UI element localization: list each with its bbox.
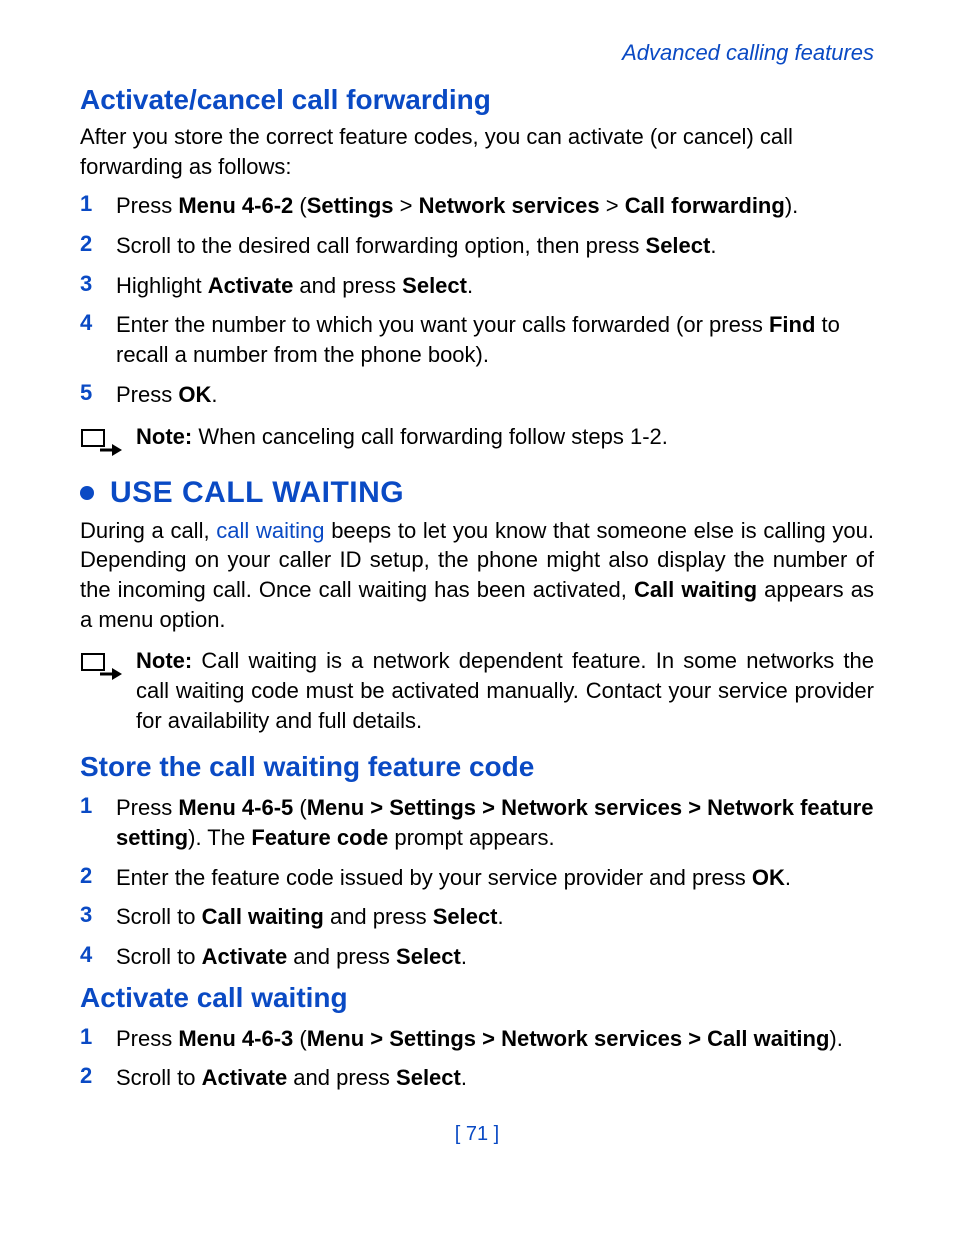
note-text: Note: When canceling call forwarding fol… [136, 422, 874, 452]
step-1: 1 Press Menu 4-6-3 (Menu > Settings > Ne… [80, 1024, 874, 1054]
step-number: 2 [80, 863, 116, 889]
intro-paragraph: During a call, call waiting beeps to let… [80, 516, 874, 635]
step-4: 4 Enter the number to which you want you… [80, 310, 874, 369]
step-number: 5 [80, 380, 116, 406]
note-text: Note: Call waiting is a network dependen… [136, 646, 874, 735]
heading-use-call-waiting: USE CALL WAITING [110, 476, 404, 510]
heading-activate-call-waiting: Activate call waiting [80, 982, 874, 1014]
step-4: 4 Scroll to Activate and press Select. [80, 942, 874, 972]
step-number: 3 [80, 902, 116, 928]
step-text: Scroll to the desired call forwarding op… [116, 231, 874, 261]
step-number: 2 [80, 1063, 116, 1089]
step-text: Enter the number to which you want your … [116, 310, 874, 369]
step-number: 1 [80, 793, 116, 819]
page-number: [ 71 ] [80, 1123, 874, 1146]
note-block: Note: Call waiting is a network dependen… [80, 646, 874, 735]
step-1: 1 Press Menu 4-6-5 (Menu > Settings > Ne… [80, 793, 874, 852]
step-1: 1 Press Menu 4-6-2 (Settings > Network s… [80, 191, 874, 221]
step-text: Scroll to Activate and press Select. [116, 1063, 874, 1093]
term-call-waiting: call waiting [216, 518, 324, 543]
page: Advanced calling features Activate/cance… [0, 0, 954, 1176]
step-text: Press OK. [116, 380, 874, 410]
step-text: Press Menu 4-6-2 (Settings > Network ser… [116, 191, 874, 221]
step-2: 2 Scroll to Activate and press Select. [80, 1063, 874, 1093]
heading-store-call-waiting-code: Store the call waiting feature code [80, 751, 874, 783]
running-header: Advanced calling features [80, 40, 874, 66]
heading-activate-cancel-call-forwarding: Activate/cancel call forwarding [80, 84, 874, 116]
intro-paragraph: After you store the correct feature code… [80, 122, 874, 181]
step-text: Press Menu 4-6-3 (Menu > Settings > Netw… [116, 1024, 874, 1054]
step-text: Press Menu 4-6-5 (Menu > Settings > Netw… [116, 793, 874, 852]
step-text: Enter the feature code issued by your se… [116, 863, 874, 893]
bullet-icon [80, 486, 94, 500]
step-2: 2 Scroll to the desired call forwarding … [80, 231, 874, 261]
step-number: 2 [80, 231, 116, 257]
step-5: 5 Press OK. [80, 380, 874, 410]
major-heading-row: USE CALL WAITING [80, 476, 874, 510]
note-icon [80, 646, 136, 682]
step-number: 4 [80, 942, 116, 968]
note-icon [80, 422, 136, 458]
step-number: 4 [80, 310, 116, 336]
step-text: Highlight Activate and press Select. [116, 271, 874, 301]
step-number: 1 [80, 191, 116, 217]
step-2: 2 Enter the feature code issued by your … [80, 863, 874, 893]
step-number: 1 [80, 1024, 116, 1050]
step-number: 3 [80, 271, 116, 297]
step-3: 3 Highlight Activate and press Select. [80, 271, 874, 301]
step-text: Scroll to Call waiting and press Select. [116, 902, 874, 932]
step-text: Scroll to Activate and press Select. [116, 942, 874, 972]
note-block: Note: When canceling call forwarding fol… [80, 422, 874, 458]
step-3: 3 Scroll to Call waiting and press Selec… [80, 902, 874, 932]
